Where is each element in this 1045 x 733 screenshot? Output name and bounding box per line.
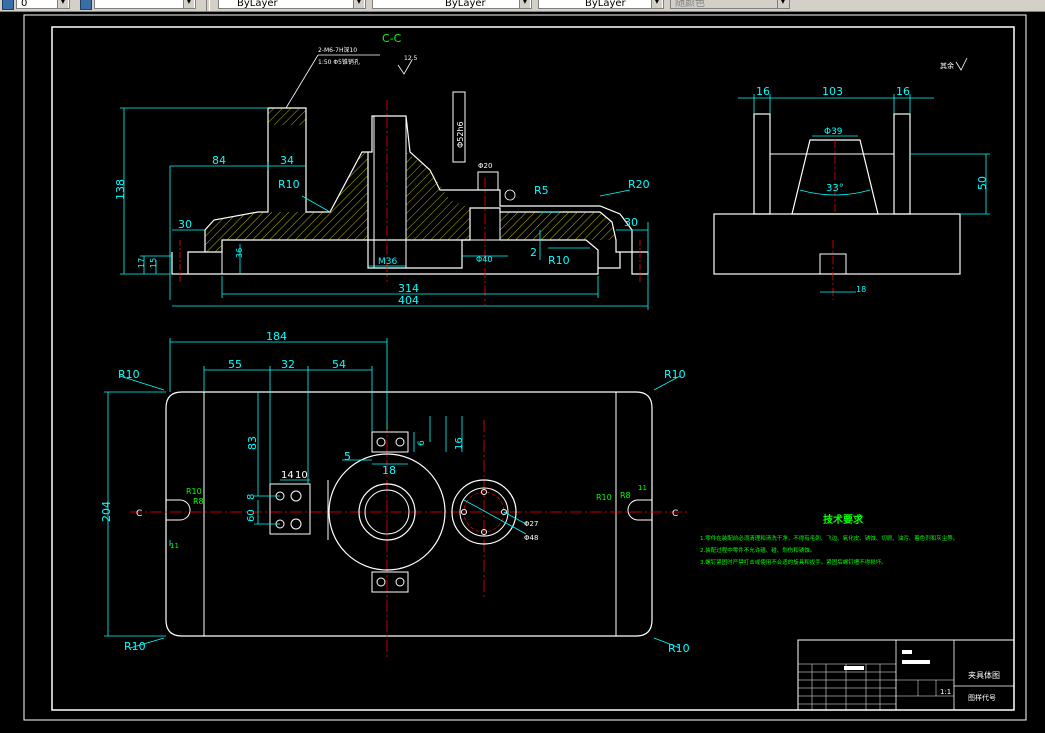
- side-dim-33deg: 33°: [826, 183, 844, 194]
- chevron-down-icon: ▼: [651, 0, 662, 8]
- section-dim-r10b: R10: [548, 254, 570, 267]
- title-block: 夹具体图 图样代号 1:1: [797, 639, 1015, 711]
- side-view: 其余 16 103 16 Φ39 33° 50 18: [713, 57, 990, 300]
- section-dim-phi20: Φ20: [478, 162, 492, 170]
- section-dim-17: 17: [137, 258, 146, 268]
- lineweight-dropdown-value: ByLayer: [585, 0, 626, 9]
- plan-dim-5: 5: [344, 450, 351, 463]
- plan-dim-r8-l: R8: [193, 497, 204, 506]
- layer-state-icon[interactable]: [80, 0, 92, 10]
- drawing-frame: [23, 14, 1027, 721]
- section-view: C-C 2-M6-7H深10 1:50 Φ5锥销孔 12.5 Φ52h6 Φ20: [114, 32, 650, 310]
- section-dim-404: 404: [398, 294, 419, 307]
- section-dim-phi40: Φ40: [476, 255, 492, 264]
- plan-dim-r10-slot-l: R10: [186, 487, 202, 496]
- plan-dim-55: 55: [228, 358, 242, 371]
- section-dim-r10a: R10: [278, 178, 300, 191]
- plan-dim-14: 14: [281, 470, 294, 481]
- chevron-down-icon: ▼: [57, 0, 68, 8]
- section-dim-2: 2: [530, 246, 537, 259]
- layer-manager-icon[interactable]: [2, 0, 14, 10]
- plan-dim-18: 18: [382, 464, 396, 477]
- plan-view: 184 55 32 54 R10 R10 R10 R10 204 83 8 60…: [100, 330, 690, 660]
- plan-dim-204: 204: [100, 501, 113, 522]
- section-note-1: 2-M6-7H深10: [318, 46, 357, 54]
- title-block-drawing-no-label: 图样代号: [968, 693, 996, 702]
- title-block-scale: 1:1: [940, 688, 951, 696]
- plan-dim-60: 60: [246, 509, 257, 522]
- tech-item-2: 2.装配过程中零件不允许磕、碰、划伤和锈蚀。: [700, 546, 815, 554]
- plan-dim-r10-slot-r: R10: [596, 493, 612, 502]
- plan-dim-r10-tl: R10: [118, 368, 140, 381]
- toolbar-separator: [206, 0, 210, 11]
- layer-select-dropdown[interactable]: ▼: [94, 0, 196, 9]
- roughness-symbol-icon: [955, 57, 968, 71]
- chevron-down-icon: ▼: [183, 0, 194, 8]
- chevron-down-icon: ▼: [353, 0, 364, 8]
- plan-dim-6: 6: [417, 440, 427, 446]
- plan-dim-32: 32: [281, 358, 295, 371]
- section-dim-30b: 30: [624, 216, 638, 229]
- plan-section-c-left: C: [136, 509, 142, 519]
- side-dim-16a: 16: [756, 85, 770, 98]
- technical-requirements: 技术要求 1.零件在装配前必须清理和清洗干净，不得有毛刺、飞边、氧化皮、锈蚀、切…: [700, 513, 958, 566]
- linetype-dropdown[interactable]: ByLayer ▼: [372, 0, 532, 9]
- section-dim-r20: R20: [628, 178, 650, 191]
- plan-dim-r10-bl: R10: [124, 640, 146, 653]
- chevron-down-icon: ▼: [777, 0, 788, 8]
- roughness-section: 12.5: [404, 55, 418, 62]
- layer-dropdown-value: 0: [21, 0, 28, 9]
- linetype-dropdown-value: ByLayer: [445, 0, 486, 9]
- side-dim-16b: 16: [896, 85, 910, 98]
- plan-dim-184: 184: [266, 330, 287, 343]
- color-dropdown-value: ByLayer: [237, 0, 278, 9]
- plan-dim-phi48: Φ48: [524, 534, 538, 542]
- tech-item-3: 3.螺钉紧固时严禁打击或使用不合适的旋具和扳手。紧固后螺钉槽不得损坏。: [700, 558, 887, 566]
- roughness-symbol-icon: [397, 59, 413, 75]
- layer-dropdown[interactable]: 0 ▼: [16, 0, 70, 9]
- side-dim-phi39: Φ39: [824, 127, 843, 137]
- section-dim-30a: 30: [178, 218, 192, 231]
- plan-dim-54: 54: [332, 358, 346, 371]
- section-dim-36: 36: [235, 248, 244, 258]
- plan-dim-r8-r: R8: [620, 491, 631, 500]
- side-dim-18: 18: [856, 285, 866, 294]
- plan-dim-11-l: 11: [170, 542, 179, 550]
- plotstyle-dropdown-value: 随颜色: [675, 0, 705, 9]
- section-dim-phi52: Φ52h6: [456, 121, 465, 148]
- drawing-canvas[interactable]: C-C 2-M6-7H深10 1:50 Φ5锥销孔 12.5 Φ52h6 Φ20: [0, 11, 1045, 733]
- title-block-name: 夹具体图: [968, 670, 1000, 680]
- tech-item-1: 1.零件在装配前必须清理和清洗干净，不得有毛刺、飞边、氧化皮、锈蚀、切屑、油污、…: [700, 534, 958, 542]
- plan-dim-r10-br: R10: [668, 642, 690, 655]
- section-dim-r5: R5: [534, 184, 549, 197]
- lineweight-dropdown[interactable]: ByLayer ▼: [538, 0, 664, 9]
- section-dim-m36: M36: [378, 257, 397, 267]
- plan-dim-16: 16: [454, 437, 465, 450]
- plan-dim-83: 83: [246, 436, 259, 450]
- side-dim-103: 103: [822, 85, 843, 98]
- section-label: C-C: [382, 32, 402, 45]
- plan-dim-r10-tr: R10: [664, 368, 686, 381]
- plan-section-c-right: C: [672, 509, 678, 519]
- plan-dim-10: 10: [295, 470, 308, 481]
- section-dim-84: 84: [212, 154, 226, 167]
- plan-dim-11-r: 11: [638, 484, 647, 492]
- chevron-down-icon: ▼: [519, 0, 530, 8]
- color-dropdown[interactable]: ByLayer ▼: [218, 0, 366, 9]
- section-dim-34: 34: [280, 154, 294, 167]
- section-dim-15: 15: [149, 258, 158, 268]
- plotstyle-dropdown[interactable]: 随颜色 ▼: [670, 0, 790, 9]
- plan-dim-8: 8: [246, 494, 257, 500]
- section-note-2: 1:50 Φ5锥销孔: [318, 58, 360, 66]
- side-dim-50: 50: [976, 176, 989, 190]
- section-dim-138: 138: [114, 179, 127, 200]
- plan-dim-phi27: Φ27: [524, 520, 538, 528]
- roughness-top-right: 其余: [940, 61, 954, 70]
- tech-title: 技术要求: [823, 513, 864, 526]
